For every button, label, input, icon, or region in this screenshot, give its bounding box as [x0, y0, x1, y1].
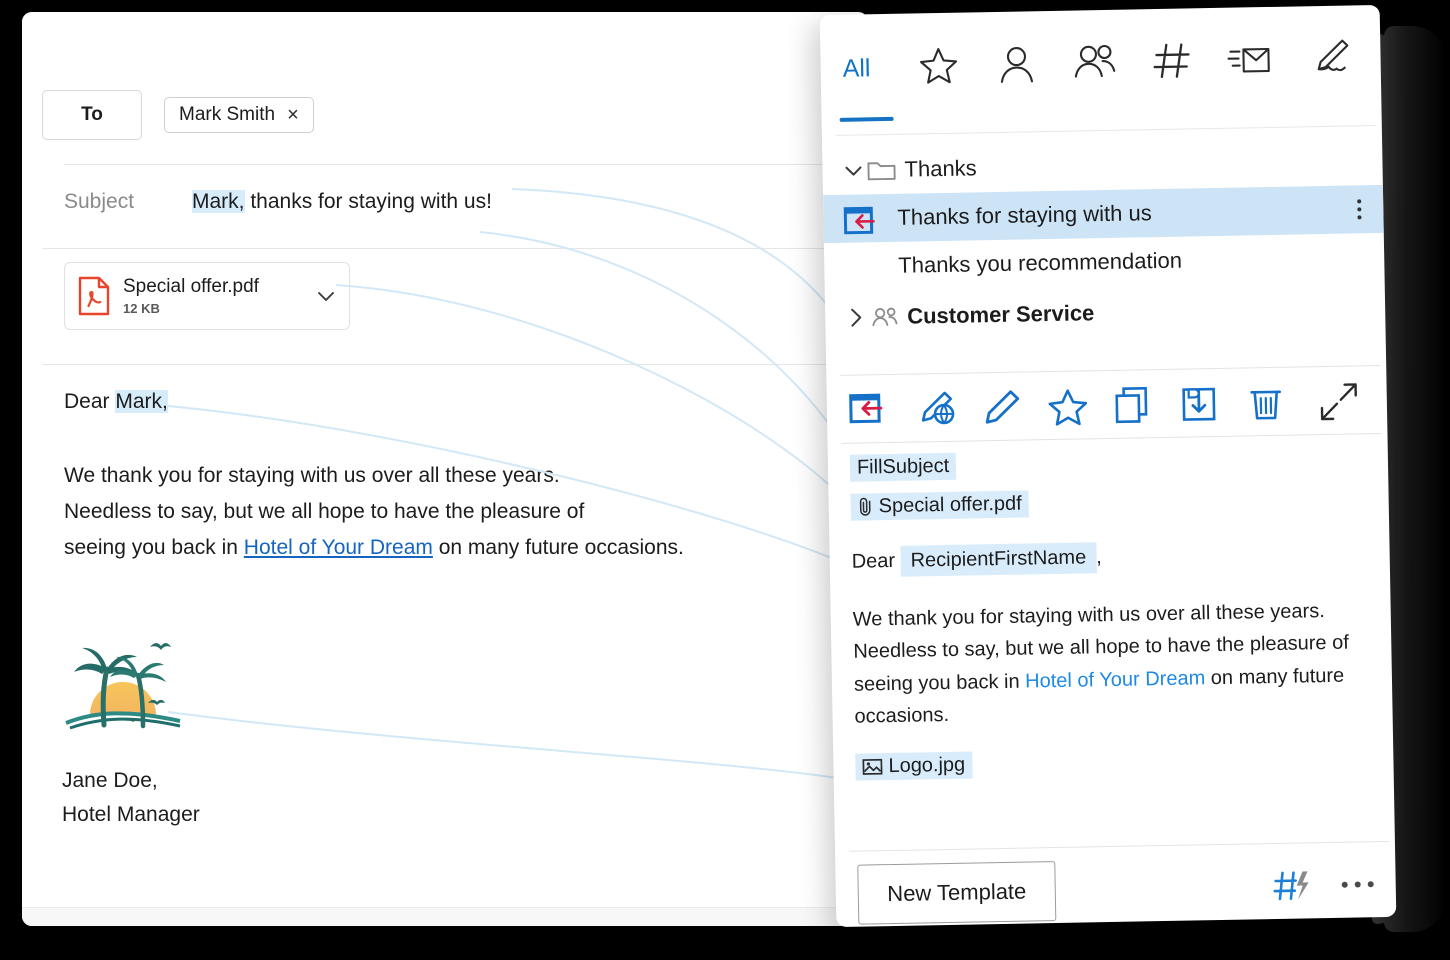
- body-line-1: We thank you for staying with us over al…: [64, 464, 560, 487]
- tree-label: Thanks for staying with us: [897, 200, 1152, 230]
- recipient-name: Mark Smith: [179, 104, 276, 125]
- signature-logo: [64, 629, 182, 748]
- subject-value: Mark, thanks for staying with us!: [192, 190, 492, 214]
- divider-to: [64, 164, 850, 165]
- hashtag-icon[interactable]: [1148, 36, 1197, 85]
- body-line-3-post: on many future occasions.: [432, 536, 684, 560]
- preview-merge-field: RecipientFirstName: [900, 542, 1097, 577]
- insert-template-icon[interactable]: [847, 389, 894, 432]
- chevron-down-icon[interactable]: [315, 285, 337, 307]
- template-panel: All Thanks Thanks for staying with us Th…: [819, 4, 1397, 928]
- preview-subject-token: FillSubject: [849, 452, 957, 482]
- preview-dear-comma: ,: [1095, 546, 1102, 569]
- divider-subject: [42, 248, 850, 249]
- template-tree: Thanks Thanks for staying with us Thanks…: [822, 137, 1386, 345]
- to-button[interactable]: To: [42, 90, 142, 140]
- person-icon[interactable]: [992, 39, 1041, 88]
- attachment-text: Special offer.pdf 12 KB: [123, 276, 303, 316]
- preview-attachment-row: Special offer.pdf: [850, 484, 1366, 521]
- new-template-button[interactable]: New Template: [857, 861, 1057, 925]
- signature-block: Jane Doe, Hotel Manager: [62, 764, 200, 832]
- edit-html-icon[interactable]: [913, 388, 960, 431]
- tree-label: Customer Service: [906, 300, 1095, 329]
- subject-row[interactable]: Subject Mark, thanks for staying with us…: [64, 190, 492, 214]
- copy-icon[interactable]: [1111, 384, 1158, 427]
- greeting-prefix: Dear: [64, 390, 116, 413]
- palm-tree-logo-icon: [64, 643, 182, 748]
- attachment-size: 12 KB: [123, 300, 160, 316]
- more-options-icon[interactable]: [1357, 199, 1362, 220]
- compose-window-footer: [22, 907, 868, 926]
- recipient-chip[interactable]: Mark Smith ×: [164, 97, 314, 133]
- preview-dear-prefix: Dear: [851, 549, 896, 573]
- body-paragraph: We thank you for staying with us over al…: [64, 458, 824, 566]
- hotel-link[interactable]: Hotel of Your Dream: [244, 536, 433, 559]
- close-icon[interactable]: ×: [287, 105, 299, 125]
- quick-mail-icon[interactable]: [1226, 35, 1275, 84]
- preview-attachment-name: Special offer.pdf: [878, 492, 1022, 518]
- preview-attachment-token: Special offer.pdf: [850, 490, 1030, 521]
- preview-hotel-link[interactable]: Hotel of Your Dream: [1025, 667, 1205, 692]
- save-to-folder-icon[interactable]: [1177, 383, 1224, 426]
- tree-row-group-customer-service[interactable]: Customer Service: [825, 281, 1386, 345]
- divider-attachment: [42, 364, 850, 365]
- preview-image-token: Logo.jpg: [855, 751, 973, 781]
- tab-all[interactable]: All: [842, 54, 870, 84]
- favorite-star-icon[interactable]: [1045, 385, 1092, 428]
- star-icon[interactable]: [914, 41, 963, 90]
- edit-icon[interactable]: [979, 387, 1026, 430]
- people-icon[interactable]: [1070, 38, 1119, 87]
- insert-template-icon: [843, 206, 875, 235]
- more-ellipsis-icon[interactable]: [1341, 881, 1374, 888]
- delete-icon[interactable]: [1242, 382, 1289, 425]
- people-group-icon: [872, 307, 898, 327]
- tree-label: Thanks you recommendation: [898, 247, 1183, 278]
- tree-label: Thanks: [904, 155, 977, 182]
- template-preview: FillSubject Special offer.pdf Dear Recip…: [828, 445, 1394, 781]
- paperclip-icon: [859, 497, 871, 516]
- screenshot-stage: To Mark Smith × Subject Mark, thanks for…: [0, 0, 1450, 960]
- chevron-down-icon[interactable]: [840, 157, 866, 183]
- greeting-line: Dear Mark,: [64, 390, 824, 414]
- tab-active-indicator: [839, 116, 894, 122]
- body-line-3-pre: seeing you back in: [64, 536, 244, 560]
- panel-tab-bar: All: [820, 5, 1382, 136]
- signature-title: Hotel Manager: [62, 803, 200, 827]
- chevron-right-icon[interactable]: [843, 304, 869, 330]
- preview-body: We thank you for staying with us over al…: [852, 594, 1370, 733]
- subject-label: Subject: [64, 190, 135, 213]
- email-compose-window: To Mark Smith × Subject Mark, thanks for…: [22, 12, 868, 926]
- panel-footer-actions: [1271, 867, 1374, 903]
- subject-rest: thanks for staying with us!: [244, 190, 492, 213]
- signature-pen-icon[interactable]: [1304, 33, 1353, 82]
- attachment-name: Special offer.pdf: [123, 276, 259, 298]
- image-icon: [862, 758, 883, 775]
- pdf-file-icon: [78, 276, 110, 316]
- preview-image-name: Logo.jpg: [888, 753, 966, 777]
- email-body[interactable]: Dear Mark, We thank you for staying with…: [64, 390, 824, 566]
- attachment-card[interactable]: Special offer.pdf 12 KB: [64, 262, 350, 330]
- tab-bar-divider: [835, 125, 1376, 136]
- template-toolbar: [826, 371, 1387, 441]
- panel-footer-divider: [849, 840, 1389, 852]
- greeting-merge-token: Mark,: [115, 390, 168, 413]
- compose-surface: To Mark Smith × Subject Mark, thanks for…: [22, 12, 868, 926]
- hash-lightning-icon[interactable]: [1271, 868, 1314, 903]
- folder-icon: [867, 162, 896, 181]
- preview-subject-row: FillSubject: [849, 445, 1366, 482]
- body-line-2: Needless to say, but we all hope to have…: [64, 500, 585, 524]
- expand-icon[interactable]: [1318, 381, 1359, 422]
- recipient-row: To Mark Smith ×: [42, 90, 314, 140]
- preview-image-row: Logo.jpg: [855, 744, 1371, 781]
- signature-name: Jane Doe,: [62, 769, 158, 792]
- preview-dear-row: Dear RecipientFirstName,: [851, 537, 1367, 577]
- subject-merge-token: Mark,: [192, 190, 245, 213]
